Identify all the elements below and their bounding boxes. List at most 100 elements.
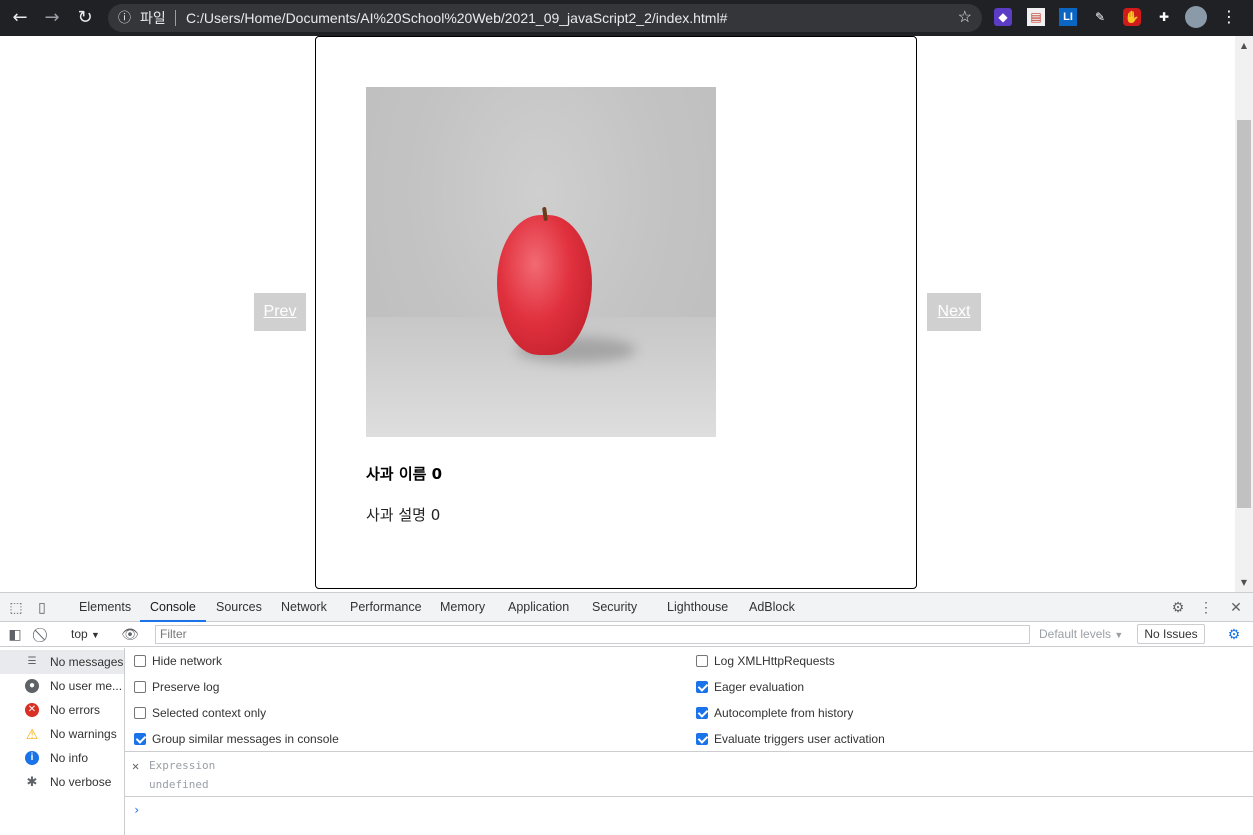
inspect-element-icon[interactable]: ⬚ [6,597,26,617]
evaluate-triggers-option[interactable]: Evaluate triggers user activation [696,731,885,747]
apple-card: 사과 이름 0 사과 설명 0 [315,36,917,589]
devtools-panel: ⬚ ▯ Elements Console Sources Network Per… [0,592,1253,835]
more-options-icon[interactable]: ⋮ [1196,597,1216,617]
devtools-tabbar: ⬚ ▯ Elements Console Sources Network Per… [0,593,1253,622]
forward-arrow-icon[interactable]: → [40,6,64,30]
sidebar-item-label: No errors [50,703,101,717]
sidebar-item-errors[interactable]: ✕ No errors [0,698,124,722]
selected-context-option[interactable]: Selected context only [134,705,266,721]
sidebar-item-verbose[interactable]: ✱ No verbose [0,770,124,794]
checkbox[interactable] [134,707,146,719]
url-text[interactable]: C:/Users/Home/Documents/AI%20School%20We… [186,4,727,32]
sidebar-item-user-messages[interactable]: ● No user me... [0,674,124,698]
levels-dropdown-icon: ▼ [1114,630,1124,640]
sidebar-item-label: No info [50,751,89,765]
reload-icon[interactable]: ↻ [73,6,97,30]
page-scrollbar-thumb[interactable] [1237,120,1251,508]
checkbox[interactable] [134,681,146,693]
profile-avatar[interactable] [1185,6,1207,28]
option-label: Hide network [152,654,223,668]
browser-menu-icon[interactable]: ⋮ [1220,8,1238,26]
tab-security[interactable]: Security [592,593,637,622]
gear-icon[interactable]: ⚙ [1168,597,1188,617]
extension-li-icon[interactable]: LI [1059,8,1077,26]
group-similar-option[interactable]: Group similar messages in console [134,731,339,747]
device-toolbar-icon[interactable]: ▯ [32,597,52,617]
sidebar-item-messages[interactable]: ☰ No messages [0,650,124,674]
checkbox-checked[interactable] [134,733,146,745]
tab-performance[interactable]: Performance [350,593,422,622]
preserve-log-option[interactable]: Preserve log [134,679,219,695]
log-xhr-option[interactable]: Log XMLHttpRequests [696,653,835,669]
console-settings: Hide network Preserve log Selected conte… [125,648,1253,752]
autocomplete-option[interactable]: Autocomplete from history [696,705,853,721]
sidebar-item-label: No verbose [50,775,112,789]
console-toolbar: ◧ ⃠ top ▼ 👁 Filter Default levels ▼ No I… [0,622,1253,647]
tab-memory[interactable]: Memory [440,593,485,622]
apple-stem [542,206,548,222]
sidebar-item-info[interactable]: i No info [0,746,124,770]
console-settings-icon[interactable]: ⚙ [1224,624,1244,644]
omnibox-divider [175,10,176,26]
checkbox[interactable] [134,655,146,667]
scroll-down-icon[interactable]: ▼ [1238,577,1250,589]
tab-sources[interactable]: Sources [216,593,262,622]
issues-button[interactable]: No Issues [1137,624,1205,644]
expression-label[interactable]: Expression [149,759,215,772]
list-icon: ☰ [27,656,37,667]
apple-image [366,87,716,437]
scheme-label: 파일 [140,10,166,26]
extension-pen-icon[interactable]: ✎ [1091,8,1109,26]
extension-diamond-icon[interactable]: ◆ [994,8,1012,26]
hide-network-option[interactable]: Hide network [134,653,222,669]
eye-icon[interactable]: 👁 [120,624,140,644]
tab-application[interactable]: Application [508,593,569,622]
console-prompt-icon[interactable]: › [133,803,140,817]
info-icon: i [25,751,39,765]
live-expression: ✕ Expression undefined [125,753,1253,797]
checkbox-checked[interactable] [696,681,708,693]
checkbox[interactable] [696,655,708,667]
adblock-hand-icon[interactable]: ✋ [1123,8,1141,26]
tab-adblock[interactable]: AdBlock [749,593,795,622]
checkbox-checked[interactable] [696,707,708,719]
error-icon: ✕ [25,703,39,717]
log-levels-select[interactable]: Default levels ▼ [1039,622,1123,647]
sidebar-item-label: No messages [50,655,124,669]
eager-evaluation-option[interactable]: Eager evaluation [696,679,804,695]
tab-lighthouse[interactable]: Lighthouse [667,593,728,622]
console-sidebar: ☰ No messages ● No user me... ✕ No errors ⚠… [0,648,125,835]
sidebar-toggle-icon[interactable]: ◧ [5,624,25,644]
extensions-puzzle-icon[interactable]: ✚ [1155,8,1173,26]
option-label: Eager evaluation [714,680,805,694]
address-bar[interactable]: ⓘ 파일 C:/Users/Home/Documents/AI%20School… [108,4,982,32]
sidebar-item-label: No warnings [50,727,117,741]
tab-elements[interactable]: Elements [79,593,131,622]
close-icon[interactable]: ✕ [1226,597,1246,617]
filter-input[interactable]: Filter [155,625,1030,644]
remove-expression-icon[interactable]: ✕ [132,759,139,773]
next-button[interactable]: Next [927,293,981,331]
tab-network[interactable]: Network [281,593,327,622]
context-value: top [71,627,88,641]
option-label: Autocomplete from history [714,706,854,720]
sidebar-item-label: No user me... [50,679,123,693]
extension-note-icon[interactable]: ▤ [1027,8,1045,26]
option-label: Preserve log [152,680,220,694]
sidebar-item-warnings[interactable]: ⚠ No warnings [0,722,124,746]
tab-console[interactable]: Console [140,593,206,622]
dropdown-arrow-icon: ▼ [91,630,100,640]
option-label: Log XMLHttpRequests [714,654,835,668]
info-icon[interactable]: ⓘ [118,4,131,32]
checkbox-checked[interactable] [696,733,708,745]
prev-button[interactable]: Prev [254,293,306,331]
browser-toolbar: ← → ↻ ⓘ 파일 C:/Users/Home/Documents/AI%20… [0,0,1253,36]
bookmark-star-icon[interactable]: ☆ [958,4,972,32]
scroll-up-icon[interactable]: ▲ [1238,40,1250,52]
context-select[interactable]: top ▼ [71,622,100,648]
card-description: 사과 설명 0 [366,506,441,524]
warning-icon: ⚠ [25,726,39,742]
clear-console-icon[interactable]: ⃠ [33,624,53,644]
back-arrow-icon[interactable]: ← [8,6,32,30]
option-label: Selected context only [152,706,267,720]
